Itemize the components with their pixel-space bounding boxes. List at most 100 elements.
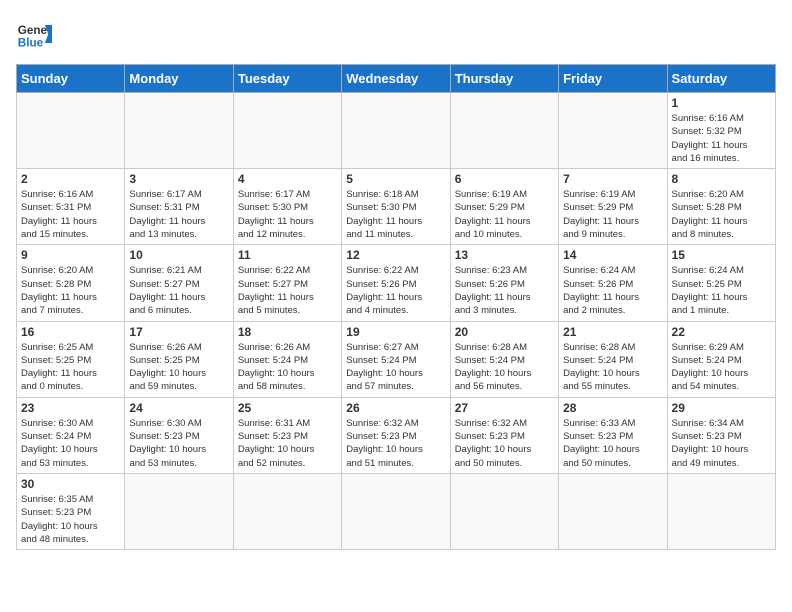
day-number: 24 (129, 401, 228, 415)
svg-text:Blue: Blue (18, 37, 44, 50)
day-info: Sunrise: 6:30 AM Sunset: 5:24 PM Dayligh… (21, 417, 120, 470)
day-info: Sunrise: 6:26 AM Sunset: 5:24 PM Dayligh… (238, 341, 337, 394)
day-number: 13 (455, 248, 554, 262)
day-info: Sunrise: 6:32 AM Sunset: 5:23 PM Dayligh… (346, 417, 445, 470)
calendar-cell: 29 Sunrise: 6:34 AM Sunset: 5:23 PM Dayli… (667, 397, 775, 473)
day-number: 18 (238, 325, 337, 339)
calendar-body: 1 Sunrise: 6:16 AM Sunset: 5:32 PM Daylig… (17, 93, 776, 550)
calendar-week-1: 2Sunrise: 6:16 AM Sunset: 5:31 PM Daylig… (17, 169, 776, 245)
day-info: Sunrise: 6:16 AM Sunset: 5:32 PM Dayligh… (672, 112, 771, 165)
day-number: 20 (455, 325, 554, 339)
day-info: Sunrise: 6:19 AM Sunset: 5:29 PM Dayligh… (455, 188, 554, 241)
calendar-cell (125, 93, 233, 169)
calendar-cell (450, 473, 558, 549)
calendar-cell: 19 Sunrise: 6:27 AM Sunset: 5:24 PM Dayli… (342, 321, 450, 397)
day-number: 15 (672, 248, 771, 262)
calendar-cell: 27Sunrise: 6:32 AM Sunset: 5:23 PM Dayli… (450, 397, 558, 473)
calendar-cell: 15 Sunrise: 6:24 AM Sunset: 5:25 PM Dayli… (667, 245, 775, 321)
day-number: 16 (21, 325, 120, 339)
calendar-cell: 1 Sunrise: 6:16 AM Sunset: 5:32 PM Daylig… (667, 93, 775, 169)
calendar-cell: 18 Sunrise: 6:26 AM Sunset: 5:24 PM Dayli… (233, 321, 341, 397)
weekday-header-monday: Monday (125, 65, 233, 93)
calendar-cell: 22Sunrise: 6:29 AM Sunset: 5:24 PM Dayli… (667, 321, 775, 397)
weekday-header-wednesday: Wednesday (342, 65, 450, 93)
calendar-cell: 17 Sunrise: 6:26 AM Sunset: 5:25 PM Dayli… (125, 321, 233, 397)
day-info: Sunrise: 6:31 AM Sunset: 5:23 PM Dayligh… (238, 417, 337, 470)
day-info: Sunrise: 6:20 AM Sunset: 5:28 PM Dayligh… (21, 264, 120, 317)
calendar-cell: 13Sunrise: 6:23 AM Sunset: 5:26 PM Dayli… (450, 245, 558, 321)
calendar-cell: 4 Sunrise: 6:17 AM Sunset: 5:30 PM Daylig… (233, 169, 341, 245)
day-info: Sunrise: 6:20 AM Sunset: 5:28 PM Dayligh… (672, 188, 771, 241)
calendar-cell: 14 Sunrise: 6:24 AM Sunset: 5:26 PM Dayli… (559, 245, 667, 321)
day-info: Sunrise: 6:34 AM Sunset: 5:23 PM Dayligh… (672, 417, 771, 470)
day-number: 6 (455, 172, 554, 186)
calendar-week-2: 9Sunrise: 6:20 AM Sunset: 5:28 PM Daylig… (17, 245, 776, 321)
calendar-cell: 23 Sunrise: 6:30 AM Sunset: 5:24 PM Dayli… (17, 397, 125, 473)
day-number: 7 (563, 172, 662, 186)
day-info: Sunrise: 6:18 AM Sunset: 5:30 PM Dayligh… (346, 188, 445, 241)
day-info: Sunrise: 6:24 AM Sunset: 5:26 PM Dayligh… (563, 264, 662, 317)
weekday-header-row: SundayMondayTuesdayWednesdayThursdayFrid… (17, 65, 776, 93)
day-info: Sunrise: 6:22 AM Sunset: 5:27 PM Dayligh… (238, 264, 337, 317)
calendar-cell: 24 Sunrise: 6:30 AM Sunset: 5:23 PM Dayli… (125, 397, 233, 473)
calendar-cell (17, 93, 125, 169)
day-info: Sunrise: 6:27 AM Sunset: 5:24 PM Dayligh… (346, 341, 445, 394)
day-info: Sunrise: 6:24 AM Sunset: 5:25 PM Dayligh… (672, 264, 771, 317)
day-number: 28 (563, 401, 662, 415)
day-info: Sunrise: 6:28 AM Sunset: 5:24 PM Dayligh… (455, 341, 554, 394)
calendar-week-0: 1 Sunrise: 6:16 AM Sunset: 5:32 PM Daylig… (17, 93, 776, 169)
day-number: 19 (346, 325, 445, 339)
calendar-cell: 30 Sunrise: 6:35 AM Sunset: 5:23 PM Dayli… (17, 473, 125, 549)
day-number: 27 (455, 401, 554, 415)
day-number: 21 (563, 325, 662, 339)
day-number: 30 (21, 477, 120, 491)
calendar-table: SundayMondayTuesdayWednesdayThursdayFrid… (16, 64, 776, 550)
calendar-cell (233, 93, 341, 169)
day-number: 17 (129, 325, 228, 339)
day-number: 2 (21, 172, 120, 186)
calendar-cell: 16 Sunrise: 6:25 AM Sunset: 5:25 PM Dayli… (17, 321, 125, 397)
calendar-cell: 21 Sunrise: 6:28 AM Sunset: 5:24 PM Dayli… (559, 321, 667, 397)
day-number: 26 (346, 401, 445, 415)
day-number: 1 (672, 96, 771, 110)
day-info: Sunrise: 6:19 AM Sunset: 5:29 PM Dayligh… (563, 188, 662, 241)
calendar-cell (233, 473, 341, 549)
calendar-cell (342, 93, 450, 169)
calendar-cell: 20 Sunrise: 6:28 AM Sunset: 5:24 PM Dayli… (450, 321, 558, 397)
day-info: Sunrise: 6:33 AM Sunset: 5:23 PM Dayligh… (563, 417, 662, 470)
weekday-header-thursday: Thursday (450, 65, 558, 93)
day-number: 5 (346, 172, 445, 186)
day-info: Sunrise: 6:35 AM Sunset: 5:23 PM Dayligh… (21, 493, 120, 546)
day-number: 25 (238, 401, 337, 415)
day-info: Sunrise: 6:29 AM Sunset: 5:24 PM Dayligh… (672, 341, 771, 394)
calendar-cell (559, 473, 667, 549)
day-info: Sunrise: 6:25 AM Sunset: 5:25 PM Dayligh… (21, 341, 120, 394)
calendar-week-4: 23 Sunrise: 6:30 AM Sunset: 5:24 PM Dayli… (17, 397, 776, 473)
calendar-cell: 9Sunrise: 6:20 AM Sunset: 5:28 PM Daylig… (17, 245, 125, 321)
calendar-cell (450, 93, 558, 169)
day-info: Sunrise: 6:28 AM Sunset: 5:24 PM Dayligh… (563, 341, 662, 394)
calendar-cell: 10Sunrise: 6:21 AM Sunset: 5:27 PM Dayli… (125, 245, 233, 321)
calendar-cell: 28 Sunrise: 6:33 AM Sunset: 5:23 PM Dayli… (559, 397, 667, 473)
day-number: 4 (238, 172, 337, 186)
day-number: 8 (672, 172, 771, 186)
calendar-cell: 8 Sunrise: 6:20 AM Sunset: 5:28 PM Daylig… (667, 169, 775, 245)
day-number: 3 (129, 172, 228, 186)
calendar-cell: 7 Sunrise: 6:19 AM Sunset: 5:29 PM Daylig… (559, 169, 667, 245)
day-info: Sunrise: 6:26 AM Sunset: 5:25 PM Dayligh… (129, 341, 228, 394)
day-number: 14 (563, 248, 662, 262)
day-info: Sunrise: 6:30 AM Sunset: 5:23 PM Dayligh… (129, 417, 228, 470)
calendar-cell: 11Sunrise: 6:22 AM Sunset: 5:27 PM Dayli… (233, 245, 341, 321)
weekday-header-tuesday: Tuesday (233, 65, 341, 93)
calendar-cell (125, 473, 233, 549)
calendar-cell (667, 473, 775, 549)
calendar-cell (342, 473, 450, 549)
day-info: Sunrise: 6:17 AM Sunset: 5:30 PM Dayligh… (238, 188, 337, 241)
calendar-cell: 3Sunrise: 6:17 AM Sunset: 5:31 PM Daylig… (125, 169, 233, 245)
day-number: 29 (672, 401, 771, 415)
day-info: Sunrise: 6:21 AM Sunset: 5:27 PM Dayligh… (129, 264, 228, 317)
calendar-cell: 12Sunrise: 6:22 AM Sunset: 5:26 PM Dayli… (342, 245, 450, 321)
day-number: 23 (21, 401, 120, 415)
calendar-cell: 25 Sunrise: 6:31 AM Sunset: 5:23 PM Dayli… (233, 397, 341, 473)
calendar-cell: 26 Sunrise: 6:32 AM Sunset: 5:23 PM Dayli… (342, 397, 450, 473)
